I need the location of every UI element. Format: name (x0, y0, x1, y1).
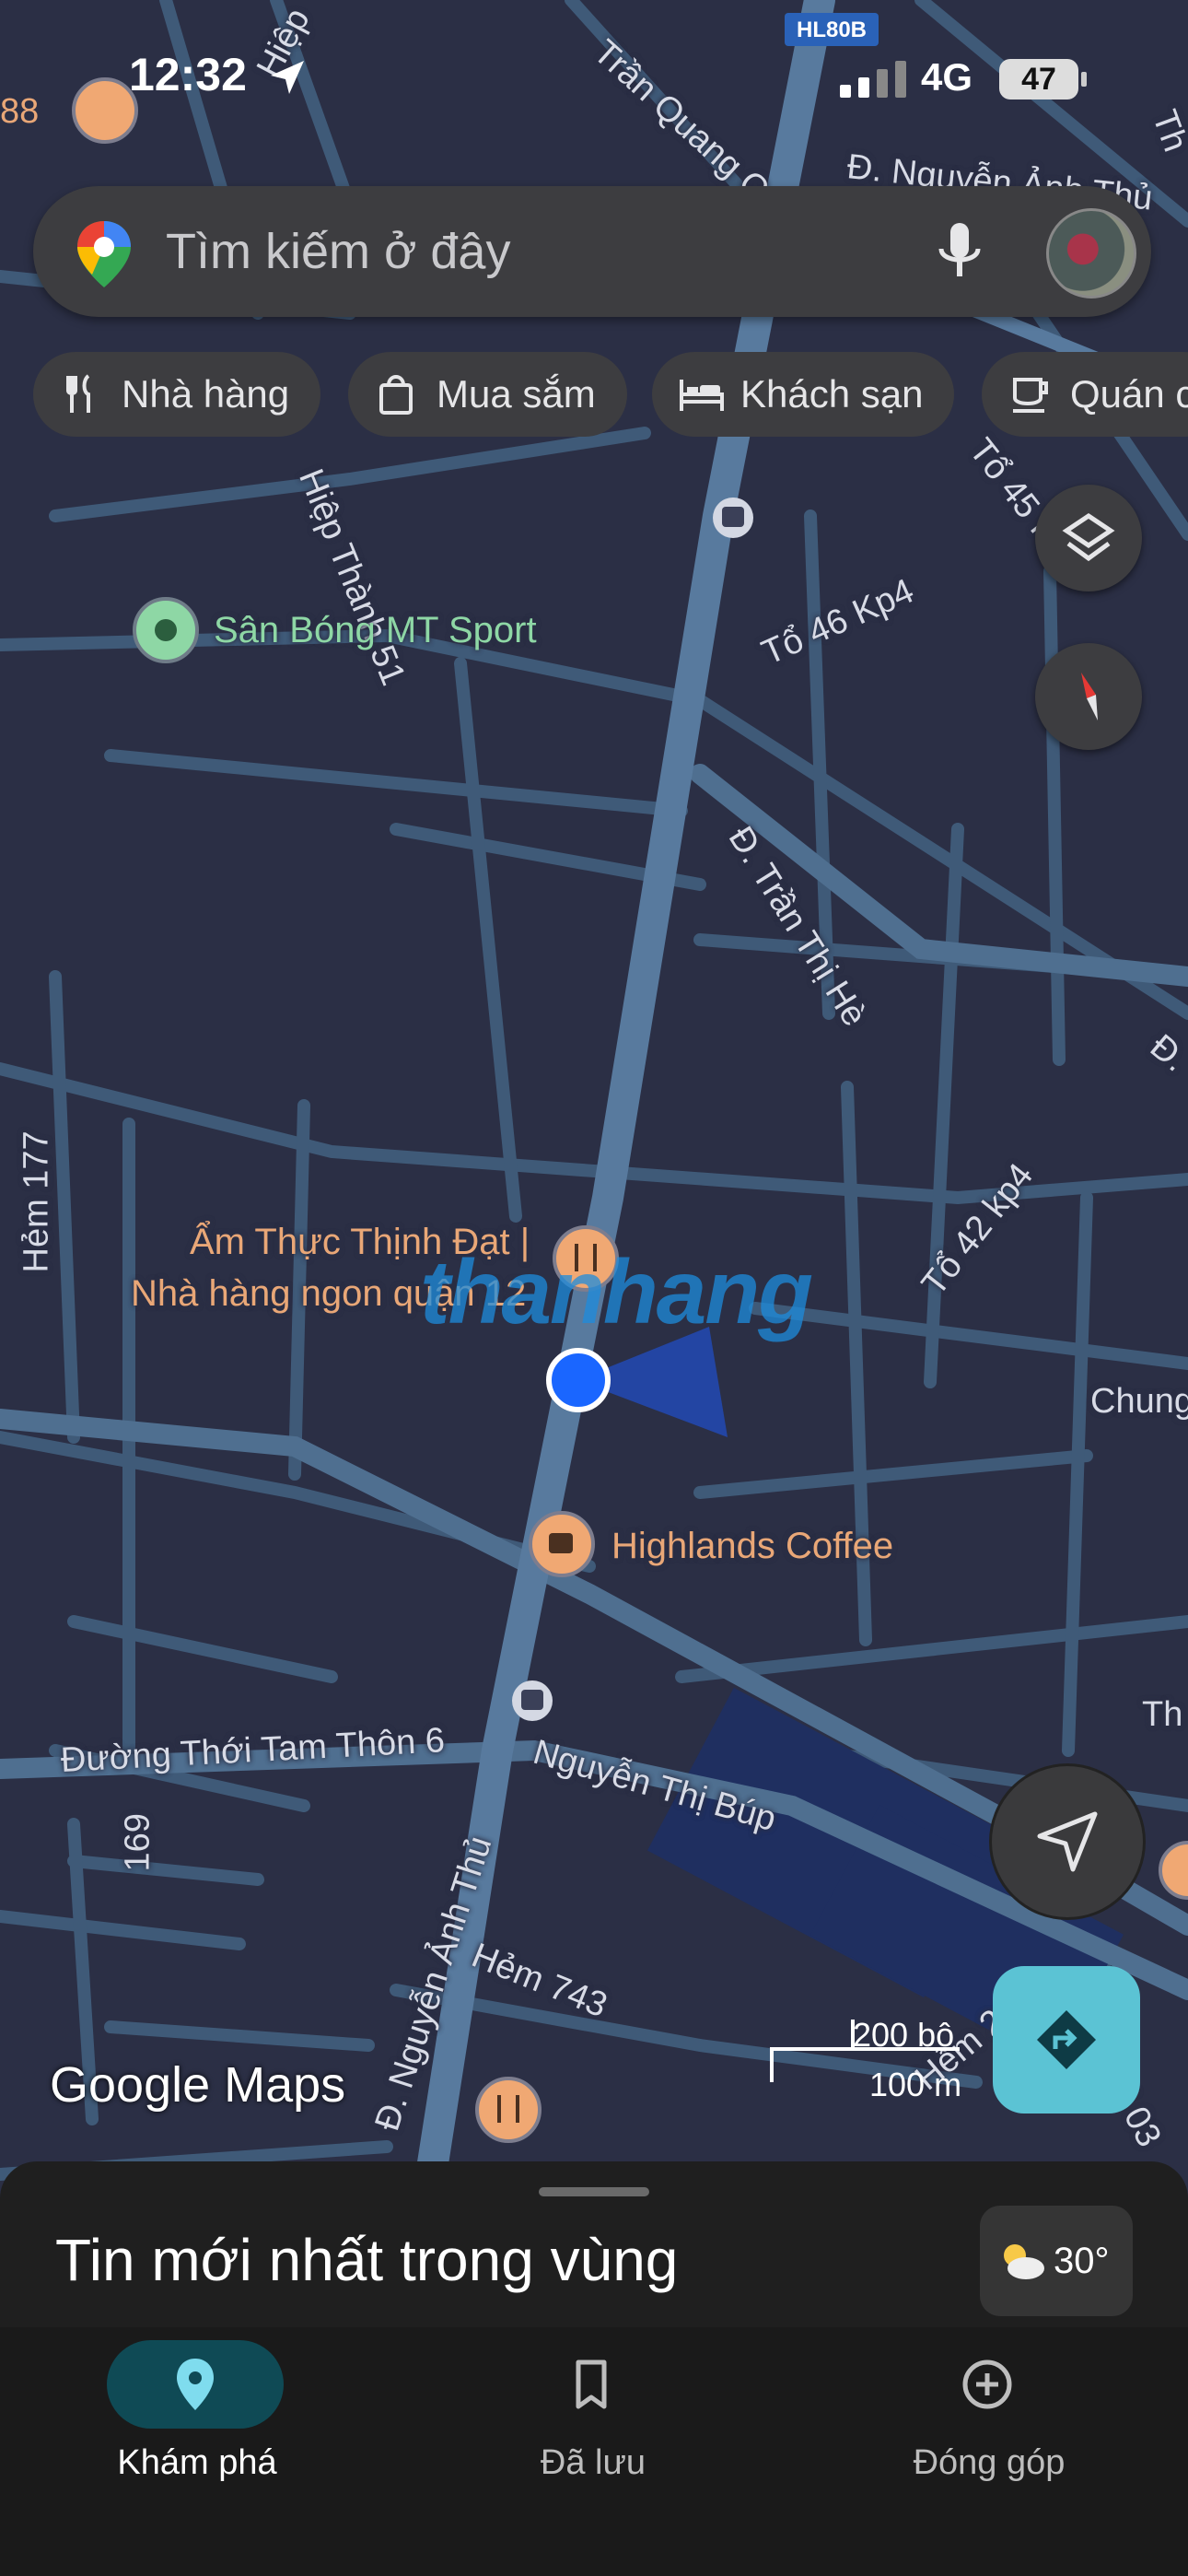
map-pin-icon (177, 2359, 214, 2410)
cup-icon (1013, 378, 1048, 413)
tab-label: Đã lưu (540, 2443, 646, 2482)
weather-chip[interactable]: 30° (980, 2206, 1133, 2316)
directions-button[interactable] (993, 1966, 1140, 2113)
bookmark-icon (576, 2359, 607, 2409)
bus-stop-icon[interactable] (713, 498, 753, 538)
battery-cap (1081, 72, 1087, 87)
google-maps-logo: Google Maps (50, 2057, 346, 2113)
chip-restaurants[interactable]: Nhà hàng (33, 352, 321, 437)
bottom-sheet[interactable]: Tin mới nhất trong vùng 30° (0, 2161, 1188, 2327)
tab-icon-wrap (899, 2340, 1076, 2429)
tab-explore[interactable]: Khám phá (59, 2327, 335, 2576)
microphone-icon[interactable] (932, 219, 987, 284)
compass-button[interactable] (1035, 643, 1142, 750)
tab-active-indicator (107, 2340, 284, 2429)
avatar[interactable] (1046, 208, 1136, 299)
chip-label: Quán c (1070, 372, 1188, 416)
network-type: 4G (921, 55, 973, 99)
tab-contribute[interactable]: Đóng góp (851, 2327, 1127, 2576)
search-bar[interactable]: Tìm kiếm ở đây (33, 186, 1151, 317)
status-time: 12:32 (129, 49, 247, 100)
chip-hotels[interactable]: Khách sạn (652, 352, 955, 437)
poi-coffee-icon[interactable] (529, 1511, 595, 1577)
search-input[interactable]: Tìm kiếm ở đây (166, 223, 510, 280)
sheet-drag-handle[interactable] (539, 2187, 649, 2196)
category-chips: Nhà hàng Mua sắm Khách sạn Quán c (33, 352, 1188, 437)
tab-icon-wrap (503, 2340, 680, 2429)
partly-cloudy-icon (1004, 2244, 1044, 2279)
recenter-button[interactable] (989, 1763, 1146, 1920)
battery-level: 47 (1021, 62, 1056, 97)
bus-stop-icon[interactable] (512, 1680, 553, 1721)
poi-sport-icon[interactable] (133, 597, 199, 663)
tab-label: Khám phá (117, 2443, 277, 2482)
shopping-bag-icon (379, 375, 413, 415)
scale-imperial: 200 bộ (853, 2016, 955, 2054)
watermark: thanhang (420, 1241, 813, 1342)
directions-icon (1037, 2010, 1096, 2069)
bottom-nav: Khám phá Đã lưu Đóng góp (0, 2327, 1188, 2576)
street-label: Th (1142, 1695, 1183, 1734)
poi-restaurant-icon[interactable] (475, 2077, 542, 2143)
weather-temperature: 30° (1054, 2241, 1110, 2281)
chip-label: Nhà hàng (122, 372, 290, 416)
poi-label-coffee[interactable]: Highlands Coffee (611, 1526, 893, 1567)
chip-label: Mua sắm (437, 372, 596, 416)
chip-label: Khách sạn (740, 372, 924, 416)
tab-label: Đóng góp (913, 2443, 1066, 2482)
poi-label-sport[interactable]: Sân Bóng MT Sport (214, 610, 537, 651)
street-label: Hẻm 177 (17, 1130, 56, 1273)
add-circle-icon (962, 2359, 1012, 2409)
scale-metric: 100 m (869, 2066, 962, 2103)
signal-icon (840, 61, 906, 98)
street-label: 169 (118, 1813, 157, 1872)
bed-icon (680, 380, 724, 411)
fork-knife-icon (66, 374, 90, 413)
current-location-dot (546, 1348, 611, 1412)
location-arrow-icon (271, 61, 304, 94)
layers-button[interactable] (1035, 485, 1142, 591)
status-bar: 12:32 4G 47 (0, 0, 1188, 157)
battery-icon: 47 (999, 59, 1078, 100)
chip-shopping[interactable]: Mua sắm (348, 352, 627, 437)
street-label: Chung (1090, 1382, 1188, 1421)
compass-icon (1081, 673, 1098, 720)
sheet-title: Tin mới nhất trong vùng (55, 2227, 679, 2293)
layers-icon (1062, 512, 1115, 562)
google-maps-pin-icon (77, 221, 131, 287)
chip-cafe[interactable]: Quán c (982, 352, 1188, 437)
tab-saved[interactable]: Đã lưu (455, 2327, 731, 2576)
navigation-arrow-icon (1037, 1811, 1098, 1872)
